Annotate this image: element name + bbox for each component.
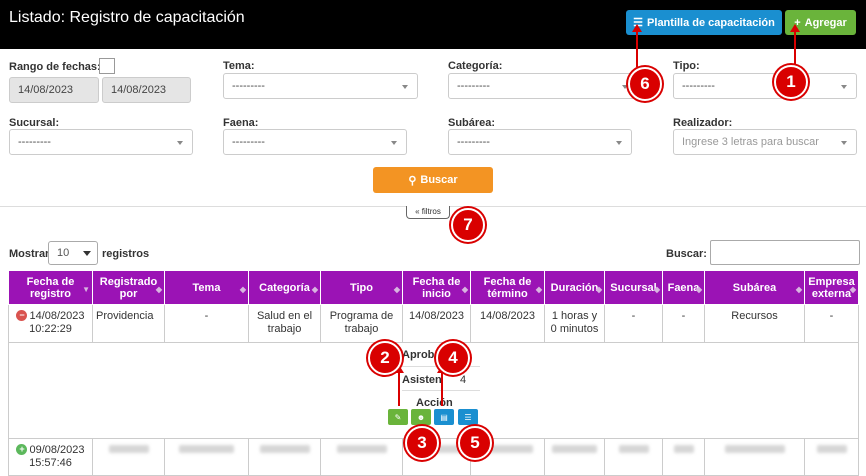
- faena-label: Faena:: [223, 117, 259, 129]
- sucursal-label: Sucursal:: [9, 117, 60, 129]
- buscar-button[interactable]: ⚲ Buscar: [373, 167, 493, 193]
- sort-icon: ◆: [653, 285, 660, 294]
- asistentes-label: Asisten: [402, 374, 442, 386]
- arrow-marker-4: [437, 365, 447, 406]
- page-title: Listado: Registro de capacitación: [9, 9, 245, 26]
- col-subarea[interactable]: Subárea ◆: [704, 270, 805, 305]
- arrow-marker-1: [790, 24, 800, 67]
- table-search-input[interactable]: [710, 240, 860, 265]
- marker-4: 4: [436, 341, 470, 375]
- users-icon: ☻: [416, 412, 426, 422]
- fecha-hasta-input[interactable]: 14/08/2023: [102, 77, 191, 103]
- col-fecha-registro[interactable]: Fecha de registro ▼: [8, 270, 93, 305]
- list-button[interactable]: ☰: [458, 409, 478, 425]
- marker-6: 6: [628, 67, 662, 101]
- col-empresa-externa[interactable]: Empresa externa ◆: [804, 270, 859, 305]
- expand-row-icon[interactable]: +: [16, 444, 28, 455]
- realizador-label: Realizador:: [673, 117, 733, 129]
- col-registrado-por[interactable]: Registrado por ◆: [92, 270, 165, 305]
- col-fecha-inicio[interactable]: Fecha de inicio ◆: [402, 270, 471, 305]
- aprobado-label: Aprob: [402, 349, 435, 361]
- file-icon: ▤: [440, 412, 448, 422]
- realizador-search-input[interactable]: Ingrese 3 letras para buscar: [673, 129, 857, 155]
- sort-icon: ▼: [82, 285, 90, 294]
- col-sucursal[interactable]: Sucursal ◆: [604, 270, 663, 305]
- tipo-label: Tipo:: [673, 60, 700, 72]
- sort-icon: ◆: [535, 285, 542, 294]
- col-categoria[interactable]: Categoría ◆: [248, 270, 321, 305]
- faena-select[interactable]: ---------: [223, 129, 407, 155]
- table-header-row: Fecha de registro ▼ Registrado por ◆ Tema ◆…: [8, 270, 859, 305]
- sort-icon: ◆: [595, 285, 602, 294]
- col-tipo[interactable]: Tipo ◆: [320, 270, 403, 305]
- plantilla-capacitacion-button[interactable]: ☰ Plantilla de capacitación: [626, 10, 782, 35]
- fecha-desde-input[interactable]: 14/08/2023: [9, 77, 99, 103]
- mostrar-label: Mostrar: [9, 248, 50, 260]
- marker-1: 1: [774, 65, 808, 99]
- sort-icon: ◆: [155, 285, 162, 294]
- sort-icon: ◆: [795, 285, 802, 294]
- pencil-icon: ✎: [394, 412, 402, 422]
- attendees-button[interactable]: ☻: [411, 409, 431, 425]
- sort-icon: ◆: [311, 285, 318, 294]
- tipo-select[interactable]: ---------: [673, 73, 857, 99]
- edit-button[interactable]: ✎: [388, 409, 408, 425]
- marker-7: 7: [451, 208, 485, 242]
- rango-fechas-label: Rango de fechas:: [9, 61, 101, 73]
- document-button[interactable]: ▤: [434, 409, 454, 425]
- marker-5: 5: [458, 426, 492, 460]
- sucursal-select[interactable]: ---------: [9, 129, 193, 155]
- col-fecha-termino[interactable]: Fecha de término ◆: [470, 270, 545, 305]
- sort-icon: ◆: [849, 285, 856, 294]
- categoria-select[interactable]: ---------: [448, 73, 638, 99]
- marker-2: 2: [368, 341, 402, 375]
- rango-fechas-checkbox[interactable]: [99, 58, 115, 74]
- sort-icon: ◆: [695, 285, 702, 294]
- tema-label: Tema:: [223, 60, 255, 72]
- table-search-label: Buscar:: [666, 248, 707, 260]
- arrow-marker-6: [632, 24, 642, 67]
- page-length-select[interactable]: 10: [48, 241, 98, 265]
- list-icon: ☰: [464, 412, 472, 422]
- col-faena[interactable]: Faena ◆: [662, 270, 705, 305]
- search-icon: ⚲: [408, 174, 417, 187]
- registros-label: registros: [102, 248, 150, 260]
- subarea-select[interactable]: ---------: [448, 129, 632, 155]
- categoria-label: Categoría:: [448, 60, 503, 72]
- filtros-toggle[interactable]: « filtros: [406, 206, 450, 219]
- table-row: −14/08/2023 10:22:29 Providencia - Salud …: [8, 304, 859, 343]
- arrow-marker-2: [394, 365, 404, 406]
- accion-label: Acción: [416, 397, 453, 409]
- subarea-label: Subárea:: [448, 117, 496, 129]
- tema-select[interactable]: ---------: [223, 73, 418, 99]
- marker-3: 3: [405, 426, 439, 460]
- sort-icon: ◆: [461, 285, 468, 294]
- sort-icon: ◆: [239, 285, 246, 294]
- col-tema[interactable]: Tema ◆: [164, 270, 249, 305]
- collapse-row-icon[interactable]: −: [16, 310, 28, 321]
- asistentes-value: 4: [460, 374, 467, 386]
- col-duracion[interactable]: Duración ◆: [544, 270, 605, 305]
- sort-icon: ◆: [393, 285, 400, 294]
